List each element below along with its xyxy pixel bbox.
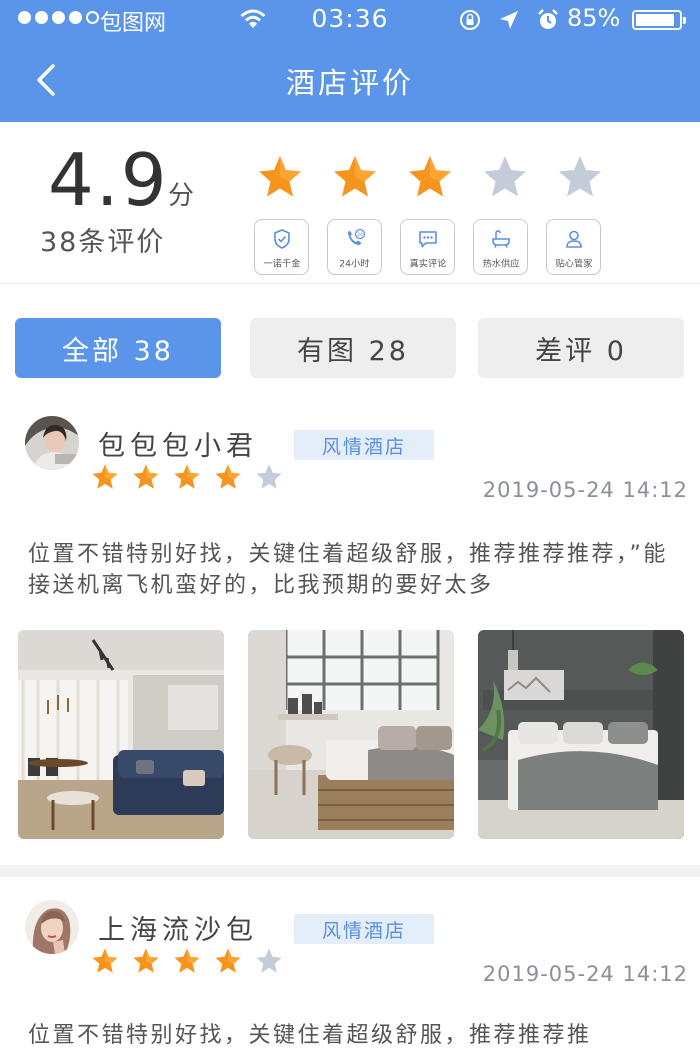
star-filled-icon [133, 948, 159, 973]
hotel-tag: 风情酒店 [294, 430, 434, 460]
review-username: 上海流沙包 [98, 915, 258, 946]
star-filled-icon [215, 948, 241, 973]
feature-badge: 24 24小时 [327, 219, 382, 275]
app-header: 包图网 03:36 85% 酒店评价 [0, 0, 700, 122]
star-filled-icon [409, 156, 451, 197]
feature-badge: 真实评论 [400, 219, 455, 275]
tab-all[interactable]: 全部 38 [15, 318, 221, 378]
bathtub-icon [491, 230, 510, 248]
review-date: 2019-05-24 14:12 [482, 478, 688, 502]
battery-icon [632, 10, 686, 30]
review-content: 位置不错特别好找，关键住着超级舒服，推荐推荐推 [28, 1023, 592, 1048]
review-count: 38条评价 [40, 227, 166, 258]
rating-score: 4.9 [48, 138, 169, 222]
star-empty-icon [559, 156, 601, 197]
location-icon [500, 11, 518, 29]
feature-badge: 贴心管家 [546, 219, 601, 275]
feature-badge: 热水供应 [473, 219, 528, 275]
star-filled-icon [92, 464, 118, 489]
review-stars [90, 946, 284, 976]
rotation-lock-icon [460, 10, 480, 30]
butler-icon [565, 230, 582, 248]
feature-badge: 一诺千金 [254, 219, 309, 275]
review-username: 包包包小君 [98, 431, 258, 462]
review-stars [90, 462, 284, 492]
living-room-photo[interactable] [18, 630, 224, 839]
star-filled-icon [334, 156, 376, 197]
review-content: 位置不错特别好找，关键住着超级舒服，推荐推荐推荐，”能接送机离飞机蛮好的，比我预… [28, 542, 668, 598]
rating-score-unit: 分 [168, 181, 195, 211]
hotel-tag: 风情酒店 [294, 914, 434, 944]
review-date: 2019-05-24 14:12 [482, 962, 688, 986]
status-bar: 包图网 03:36 85% [0, 0, 700, 40]
avatar[interactable] [25, 416, 79, 470]
review-photos [18, 630, 684, 839]
rating-stars [255, 152, 605, 202]
battery-percentage: 85% [567, 4, 621, 32]
alarm-icon [538, 9, 558, 29]
avatar[interactable] [25, 900, 79, 954]
page-title: 酒店评价 [285, 66, 414, 100]
star-filled-icon [92, 948, 118, 973]
star-empty-icon [256, 464, 282, 489]
star-filled-icon [174, 464, 200, 489]
bedroom-gray-photo[interactable] [478, 630, 684, 839]
star-filled-icon [215, 464, 241, 489]
feature-badges: 一诺千金 24 24小时 真实评论 热水供应 贴心管家 [254, 219, 601, 275]
bedroom-pallet-photo[interactable] [248, 630, 454, 839]
star-filled-icon [133, 464, 159, 489]
divider [0, 283, 700, 284]
section-divider [0, 865, 700, 877]
star-filled-icon [174, 948, 200, 973]
tab-negative[interactable]: 差评 0 [478, 318, 684, 378]
shield-check-icon [273, 229, 290, 249]
star-empty-icon [256, 948, 282, 973]
chat-bubble-icon [418, 231, 437, 248]
svg-text:24: 24 [357, 232, 363, 238]
tab-with-photos[interactable]: 有图 28 [250, 318, 456, 378]
star-filled-icon [259, 156, 301, 197]
star-empty-icon [484, 156, 526, 197]
phone-24-icon: 24 [347, 228, 365, 245]
